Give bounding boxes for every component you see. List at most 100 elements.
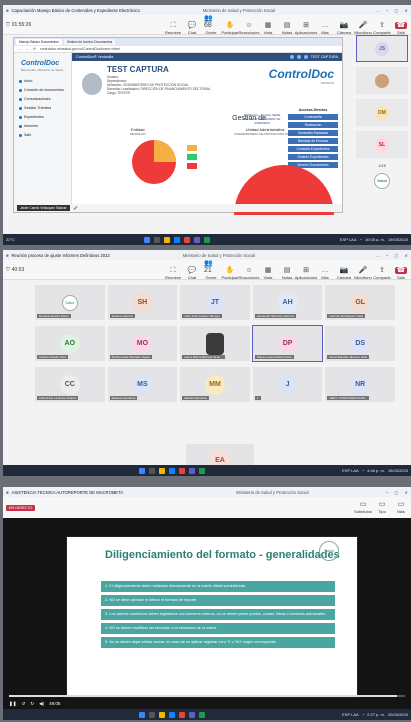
participant-tile[interactable]: DP Diana Lorena Pardo Peña xyxy=(251,325,324,362)
toolbar-gente-button[interactable]: 👥21 Gente xyxy=(204,260,218,280)
toolbar-compartir-button[interactable]: ⇪ Compartir xyxy=(373,267,391,280)
weather-widget[interactable]: 22°C xyxy=(6,237,15,242)
participant-tile[interactable]: DM xyxy=(356,99,408,126)
progress-bar[interactable] xyxy=(9,695,405,697)
toolbar-cmara-button[interactable]: 📷 Cámara xyxy=(337,267,351,280)
more-icon[interactable]: … xyxy=(376,253,380,258)
participant-tile[interactable]: DS David Esteban Moreno Solis xyxy=(325,326,395,361)
notification-icon[interactable] xyxy=(289,55,294,59)
acceso-button[interactable]: Contraseña xyxy=(288,114,338,120)
toolbar-chat-button[interactable]: 💬 Chat xyxy=(185,267,199,280)
toolbar-aplicaciones-button[interactable]: ⊞ Aplicaciones xyxy=(295,267,317,280)
chrome-icon[interactable] xyxy=(179,467,186,474)
wifi-icon[interactable]: ◔ xyxy=(362,468,364,473)
excel-icon[interactable] xyxy=(199,711,206,718)
back-icon[interactable]: ← xyxy=(18,47,22,51)
toolbar-tipo-button[interactable]: ▭ Tipo xyxy=(375,501,389,514)
browser-tab[interactable]: Gestión de Archivo Documentos xyxy=(63,39,116,45)
pause-icon[interactable]: ❚❚ xyxy=(9,701,17,707)
toolbar-reacciones-button[interactable]: ☺ Reacciones xyxy=(239,267,260,280)
maximize-icon[interactable]: ▢ xyxy=(395,8,399,13)
search-icon[interactable] xyxy=(149,711,156,718)
sidebar-item-salir[interactable]: Salir xyxy=(17,132,68,138)
participant-tile[interactable]: SH Susana Herrera xyxy=(107,285,178,320)
wifi-icon[interactable]: ◔ xyxy=(360,237,362,242)
explorer-icon[interactable] xyxy=(164,236,171,243)
close-icon[interactable]: ✕ xyxy=(404,490,408,495)
acceso-button[interactable]: Consulta Expedientes xyxy=(288,146,338,152)
start-icon[interactable] xyxy=(139,711,146,718)
settings-icon[interactable] xyxy=(303,55,308,59)
acceso-button[interactable]: Bandeja de Entrada xyxy=(288,138,338,144)
clock-date[interactable]: 19/03/2025 xyxy=(388,237,408,242)
clock-time[interactable]: 10:05 a. m. xyxy=(365,237,385,242)
forward-icon[interactable]: ↻ xyxy=(30,701,34,707)
participant-tile[interactable]: AO Andrea Oviedo Ortiz xyxy=(35,326,105,361)
toolbar-micrfono-button[interactable]: 🎤 Micrófono xyxy=(354,22,372,35)
toolbar-micrfono-button[interactable]: 🎤 Micrófono xyxy=(354,267,372,280)
participant-tile[interactable]: AH Alexander Sánchez Herrera xyxy=(252,285,323,320)
volume-icon[interactable]: ◀) xyxy=(39,701,44,707)
search-icon[interactable] xyxy=(149,467,156,474)
sidebar-item-comunicaciones[interactable]: Comunicaciones xyxy=(17,96,68,102)
participant-tile[interactable]: MM Maitelli Mendoza xyxy=(180,367,250,402)
toolbar-ms-button[interactable]: … Más xyxy=(318,22,332,35)
topbar-user[interactable]: TEST CAPTURA xyxy=(311,55,338,59)
minimize-icon[interactable]: – xyxy=(386,490,388,495)
participant-tile[interactable]: CC Lilibeth De La Rosa Chacón xyxy=(35,367,105,402)
reload-icon[interactable]: ⟳ xyxy=(33,47,36,51)
participant-tile[interactable]: MO Martha Aydé Montaño Ojeda xyxy=(107,326,178,361)
explorer-icon[interactable] xyxy=(159,467,166,474)
chrome-icon[interactable] xyxy=(184,236,191,243)
browser-tab[interactable]: Manejo Básico Documentos xyxy=(16,39,62,45)
clock-time[interactable]: 2:27 p. m. xyxy=(367,712,385,717)
address-bar[interactable]: ← → ⟳ controldoc.minsalud.gov.co/ControlDoc… xyxy=(14,46,342,53)
lang-indicator[interactable]: ESP LAA xyxy=(342,468,359,473)
toolbar-salir-button[interactable]: ☎ Salir xyxy=(394,21,408,35)
toolbar-cmara-button[interactable]: 📷 Cámara xyxy=(337,22,351,35)
toolbar-notas-button[interactable]: ▤ Notas xyxy=(280,22,294,35)
search-icon[interactable] xyxy=(154,236,161,243)
forward-icon[interactable]: → xyxy=(26,47,30,51)
participant-tile[interactable]: SL xyxy=(356,131,408,158)
participant-tile[interactable]: JS xyxy=(356,35,408,62)
pager[interactable]: 1/15 xyxy=(378,163,386,168)
participant-tile[interactable] xyxy=(356,67,408,94)
start-icon[interactable] xyxy=(139,467,146,474)
sidebar-item-creacindedocumentos[interactable]: Creación de documentos xyxy=(17,87,68,93)
excel-icon[interactable] xyxy=(204,236,211,243)
explorer-icon[interactable] xyxy=(159,711,166,718)
sidebar-item-gestintrmites[interactable]: Gestión Trámites xyxy=(17,105,68,111)
rewind-icon[interactable]: ↺ xyxy=(22,701,26,707)
sidebar-item-inicio[interactable]: Inicio xyxy=(17,78,68,84)
acceso-button[interactable]: Gestión Expedientes xyxy=(288,154,338,160)
toolbar-chat-button[interactable]: 💬 Chat xyxy=(185,22,199,35)
clock-date[interactable]: 20/03/2025 xyxy=(388,712,408,717)
minimize-icon[interactable]: – xyxy=(386,8,388,13)
clock-time[interactable]: 4:46 p. m. xyxy=(367,468,385,473)
toolbar-reacciones-button[interactable]: ☺ Reacciones xyxy=(239,22,260,35)
toolbar-salir-button[interactable]: ☎ Salir xyxy=(394,266,408,280)
teams-taskbar-icon[interactable] xyxy=(189,467,196,474)
maximize-icon[interactable]: ▢ xyxy=(395,490,399,495)
participant-tile[interactable]: NR NERY CONSTANZA RUIN... xyxy=(325,367,395,402)
toolbar-notas-button[interactable]: ▤ Notas xyxy=(280,267,294,280)
teams-taskbar-icon[interactable] xyxy=(189,711,196,718)
participant-tile[interactable]: Salud Rosana Alvarez Perez xyxy=(35,285,105,320)
toolbar-participar-button[interactable]: ✋ Participar xyxy=(222,267,239,280)
participant-tile[interactable]: J J. xyxy=(252,367,323,402)
chrome-icon[interactable] xyxy=(179,711,186,718)
minimize-icon[interactable]: – xyxy=(386,253,388,258)
more-icon[interactable]: … xyxy=(376,8,380,13)
clock-date[interactable]: 19/03/2025 xyxy=(388,468,408,473)
toolbar-vista-button[interactable]: ▦ Vista xyxy=(261,22,275,35)
toolbar-vista-button[interactable]: ▦ Vista xyxy=(261,267,275,280)
toolbar-aplicaciones-button[interactable]: ⊞ Aplicaciones xyxy=(295,22,317,35)
close-icon[interactable]: ✕ xyxy=(404,8,408,13)
participant-tile[interactable]: MS Mariana Sanabria xyxy=(107,367,178,402)
sidebar-item-informes[interactable]: Informes xyxy=(17,123,68,129)
edge-icon[interactable] xyxy=(169,711,176,718)
participant-tile[interactable]: JT Juan José Lozano Tamayo xyxy=(180,285,250,320)
close-icon[interactable]: ✕ xyxy=(404,253,408,258)
maximize-icon[interactable]: ▢ xyxy=(395,253,399,258)
